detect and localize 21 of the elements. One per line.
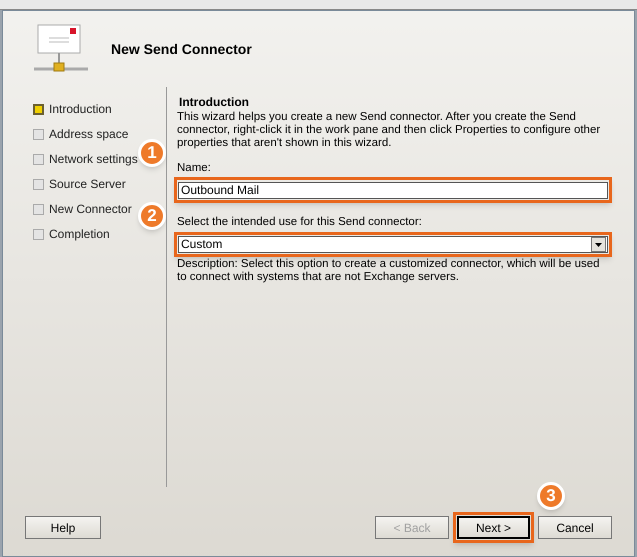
use-label: Select the intended use for this Send connector: xyxy=(176,215,423,230)
step-label: New Connector xyxy=(49,201,132,218)
callout-number: 3 xyxy=(537,482,565,510)
dropdown-value: Custom xyxy=(180,236,224,253)
step-label: Introduction xyxy=(49,101,112,118)
step-label: Completion xyxy=(49,226,110,243)
intro-text: This wizard helps you create a new Send connector. After you create the Send connector, right-click it in the work pane and then click Properties to configure other properties that aren't shown in this wizard. xyxy=(176,111,602,150)
name-field[interactable]: Outbound Mail xyxy=(178,182,608,199)
callout-number: 1 xyxy=(138,139,166,167)
step-label: Address space xyxy=(49,126,128,143)
description-text: Description: Select this option to create a customized connector, which will be used to connect with systems that are not Exchange servers. xyxy=(176,258,601,284)
wizard-button[interactable]: Cancel xyxy=(538,516,612,539)
wizard-button[interactable]: Next > xyxy=(457,516,530,539)
wizard-title: New Send Connector xyxy=(111,40,252,58)
page-heading: Introduction xyxy=(178,94,250,111)
step-label: Network settings xyxy=(49,151,138,168)
name-label: Name: xyxy=(176,161,212,176)
step-label: Source Server xyxy=(49,176,126,193)
callout-number: 2 xyxy=(138,202,166,230)
wizard-button[interactable]: Help xyxy=(25,516,101,539)
use-dropdown[interactable]: Custom xyxy=(178,236,608,252)
